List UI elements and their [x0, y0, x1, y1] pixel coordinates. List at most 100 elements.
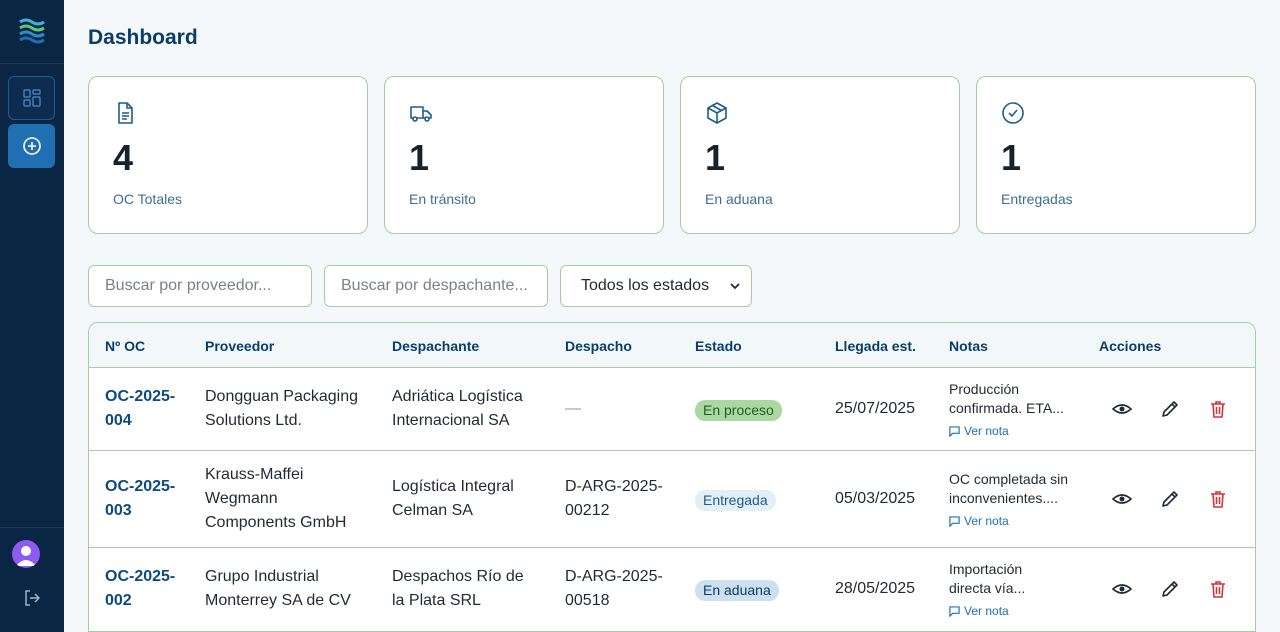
- dispatch-line: 00518: [565, 592, 610, 609]
- document-icon: [118, 102, 133, 124]
- user-icon: [16, 546, 36, 566]
- broker-line: Celman SA: [392, 502, 473, 519]
- dispatch-line: D-ARG-2025-: [565, 568, 663, 585]
- arrival-date: 28/05/2025: [835, 580, 916, 597]
- truck-icon: [410, 106, 432, 122]
- provider-line: Components GmbH: [205, 514, 347, 531]
- header-dispatch: Despacho: [565, 338, 632, 354]
- broker-search-wrapper: [324, 265, 548, 307]
- provider-line: Grupo Industrial: [205, 568, 319, 585]
- broker-line: Adriática Logística: [392, 388, 523, 405]
- header-provider: Proveedor: [205, 338, 275, 354]
- stat-label: En aduana: [705, 191, 773, 207]
- note-preview: Producción confirmada. ETA...: [949, 380, 1079, 418]
- avatar[interactable]: [12, 540, 40, 568]
- dispatch-number: —: [565, 400, 581, 417]
- comment-icon: [949, 605, 960, 617]
- provider-name: Dongguan Packaging Solutions Ltd.: [205, 385, 358, 433]
- arrival-date: 05/03/2025: [835, 490, 916, 507]
- sidebar-divider: [0, 527, 64, 528]
- orders-table: Nº OC Proveedor Despachante Despacho Est…: [88, 322, 1256, 632]
- provider-line: Krauss-Maffei: [205, 466, 304, 483]
- header-actions: Acciones: [1099, 338, 1162, 354]
- stat-card-customs: 1 En aduana: [680, 76, 960, 234]
- view-note-link[interactable]: Ver nota: [949, 604, 1009, 618]
- header-arrival: Llegada est.: [835, 338, 916, 354]
- plus-circle-icon: [22, 137, 41, 155]
- note-line: Producción: [949, 381, 1020, 397]
- stat-label: En tránsito: [409, 191, 476, 207]
- provider-line: Dongguan Packaging: [205, 388, 359, 405]
- stat-card-total: 4 OC Totales: [88, 76, 368, 234]
- note-preview: Importación directa vía...: [949, 560, 1079, 598]
- header-oc: Nº OC: [105, 338, 146, 354]
- oc-number[interactable]: OC-2025- 003: [105, 475, 175, 523]
- stat-card-transit: 1 En tránsito: [384, 76, 664, 234]
- sidebar-divider: [0, 63, 64, 64]
- logo-waves-icon: [19, 18, 45, 44]
- stat-label: OC Totales: [113, 191, 182, 207]
- stat-value: 1: [1001, 137, 1022, 178]
- broker-search-input[interactable]: [341, 277, 531, 295]
- oc-number-line: 003: [105, 502, 132, 519]
- oc-number-line: OC-2025-: [105, 478, 176, 495]
- header-broker: Despachante: [392, 338, 480, 354]
- view-note-label: Ver nota: [964, 604, 1009, 618]
- status-badge: En proceso: [695, 400, 782, 421]
- dispatch-line: 00212: [565, 502, 610, 519]
- note-line: inconvenientes....: [949, 490, 1058, 506]
- arrival-date: 25/07/2025: [835, 400, 916, 417]
- edit-icon[interactable]: [1160, 489, 1180, 509]
- view-note-link[interactable]: Ver nota: [949, 514, 1009, 528]
- delete-icon[interactable]: [1208, 489, 1228, 509]
- chevron-down-icon: [730, 283, 740, 290]
- view-icon[interactable]: [1112, 579, 1132, 599]
- provider-line: Monterrey SA de CV: [205, 592, 351, 609]
- oc-number[interactable]: OC-2025- 004: [105, 385, 175, 433]
- note-line: OC completada sin: [949, 471, 1069, 487]
- sidebar-item-dashboard[interactable]: [8, 76, 55, 120]
- broker-line: la Plata SRL: [392, 592, 481, 609]
- provider-search-wrapper: [88, 265, 312, 307]
- sidebar-item-new-order[interactable]: [8, 124, 55, 168]
- oc-number-line: 002: [105, 592, 132, 609]
- comment-icon: [949, 425, 960, 437]
- broker-name: Adriática Logística Internacional SA: [392, 385, 523, 433]
- stat-value: 1: [409, 137, 430, 178]
- sidebar: [0, 0, 64, 632]
- stat-card-delivered: 1 Entregadas: [976, 76, 1256, 234]
- status-select-value: Todos los estados: [581, 277, 710, 294]
- dispatch-number: D-ARG-2025- 00518: [565, 565, 663, 613]
- view-note-link[interactable]: Ver nota: [949, 424, 1009, 438]
- main-content: Dashboard 4 OC Totales 1 En tránsito 1 E…: [64, 0, 1280, 632]
- stat-value: 4: [113, 137, 134, 178]
- view-icon[interactable]: [1112, 489, 1132, 509]
- oc-number-line: 004: [105, 412, 132, 429]
- oc-number-line: OC-2025-: [105, 568, 176, 585]
- table-header: Nº OC Proveedor Despachante Despacho Est…: [89, 323, 1255, 368]
- note-line: directa vía...: [949, 580, 1026, 596]
- page-title: Dashboard: [88, 26, 198, 49]
- provider-search-input[interactable]: [105, 277, 295, 295]
- table-row: OC-2025- 002 Grupo Industrial Monterrey …: [89, 548, 1255, 632]
- delete-icon[interactable]: [1208, 399, 1228, 419]
- note-preview: OC completada sin inconvenientes....: [949, 470, 1079, 508]
- status-select[interactable]: Todos los estados: [560, 265, 752, 307]
- edit-icon[interactable]: [1160, 579, 1180, 599]
- dispatch-line: D-ARG-2025-: [565, 478, 663, 495]
- oc-number[interactable]: OC-2025- 002: [105, 565, 175, 613]
- provider-line: Wegmann: [205, 490, 278, 507]
- logout-icon[interactable]: [22, 588, 42, 608]
- view-note-label: Ver nota: [964, 514, 1009, 528]
- delete-icon[interactable]: [1208, 579, 1228, 599]
- provider-name: Grupo Industrial Monterrey SA de CV: [205, 565, 351, 613]
- header-notes: Notas: [949, 338, 988, 354]
- table-row: OC-2025- 003 Krauss-Maffei Wegmann Compo…: [89, 451, 1255, 548]
- provider-line: Solutions Ltd.: [205, 412, 302, 429]
- status-badge: Entregada: [695, 490, 776, 511]
- view-icon[interactable]: [1112, 399, 1132, 419]
- note-line: Importación: [949, 561, 1023, 577]
- edit-icon[interactable]: [1160, 399, 1180, 419]
- status-badge: En aduana: [695, 580, 779, 601]
- package-icon: [707, 102, 727, 124]
